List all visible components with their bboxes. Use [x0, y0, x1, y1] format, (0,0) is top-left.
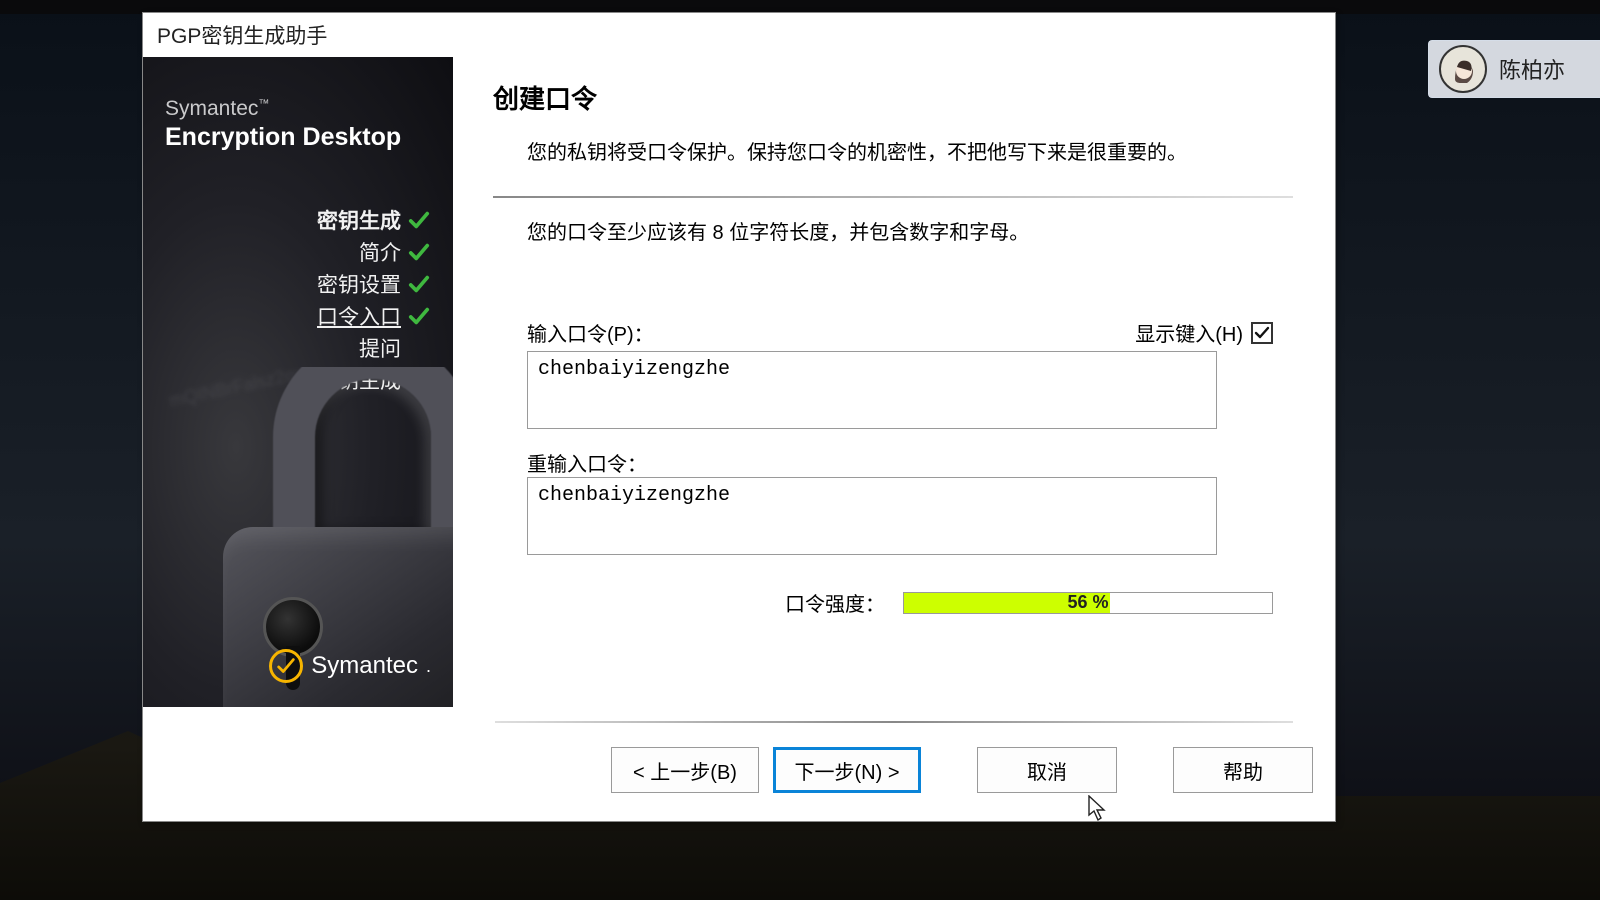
brand-tm: ™: [258, 98, 269, 110]
symantec-mark-icon: [269, 649, 303, 683]
step-label: 密钥生成: [317, 365, 401, 395]
step-key-generation-final: 密钥生成: [165, 364, 431, 396]
step-label: 提问: [359, 333, 401, 363]
show-typing-checkbox[interactable]: [1251, 322, 1273, 344]
check-icon: [407, 240, 431, 264]
symantec-text: Symantec: [311, 652, 418, 680]
passphrase-field-group: 输入口令(P)： 显示键入(H) 重输入口令：: [527, 318, 1273, 574]
step-spacer: [407, 336, 431, 360]
symantec-dot: .: [426, 656, 431, 677]
step-label: 密钥生成: [317, 205, 401, 235]
user-overlay-badge: 陈柏亦: [1428, 40, 1600, 98]
step-label: 密钥设置: [317, 269, 401, 299]
check-icon: [407, 304, 431, 328]
wizard-sidebar: Symantec™ Encryption Desktop 密钥生成 简介 密钥设…: [143, 57, 453, 707]
step-label: 口令入口: [317, 301, 401, 331]
step-key-generation: 密钥生成: [165, 204, 431, 236]
passphrase-label: 输入口令(P)：: [527, 318, 654, 347]
confirm-passphrase-input[interactable]: [527, 477, 1217, 555]
symantec-logo: Symantec.: [269, 649, 431, 683]
brand-line-2: Encryption Desktop: [165, 123, 431, 152]
window-title: PGP密钥生成助手: [157, 20, 327, 50]
avatar-icon: [1439, 45, 1487, 93]
step-label: 简介: [359, 237, 401, 267]
page-heading: 创建口令: [493, 79, 1293, 116]
step-passphrase-entry: 口令入口: [165, 300, 431, 332]
step-question: 提问: [165, 332, 431, 364]
wizard-steps-list: 密钥生成 简介 密钥设置 口令入口 提问: [165, 204, 431, 396]
step-key-settings: 密钥设置: [165, 268, 431, 300]
description-secondary: 您的口令至少应该有 8 位字符长度，并包含数字和字母。: [527, 218, 1293, 248]
pgp-key-wizard-window: PGP密钥生成助手 Symantec™ Encryption Desktop 密…: [142, 12, 1336, 822]
help-button[interactable]: 帮助: [1173, 747, 1313, 793]
step-intro: 简介: [165, 236, 431, 268]
check-icon: [407, 272, 431, 296]
next-button[interactable]: 下一步(N) >: [773, 747, 921, 793]
show-typing-label: 显示键入(H): [1135, 318, 1243, 347]
strength-percent-text: 56 %: [904, 593, 1272, 613]
passphrase-header-row: 输入口令(P)： 显示键入(H): [527, 318, 1273, 347]
wizard-content: 创建口令 您的私钥将受口令保护。保持您口令的机密性，不把他写下来是很重要的。 您…: [453, 57, 1335, 707]
brand-name: Symantec: [165, 97, 258, 120]
strength-meter: 56 %: [903, 592, 1273, 614]
description-primary: 您的私钥将受口令保护。保持您口令的机密性，不把他写下来是很重要的。: [527, 138, 1293, 168]
cancel-button[interactable]: 取消: [977, 747, 1117, 793]
window-titlebar[interactable]: PGP密钥生成助手: [143, 13, 1335, 57]
back-button[interactable]: < 上一步(B): [611, 747, 759, 793]
wizard-body: Symantec™ Encryption Desktop 密钥生成 简介 密钥设…: [143, 57, 1335, 707]
strength-label: 口令强度：: [785, 588, 885, 617]
footer-divider: [495, 721, 1293, 723]
divider: [493, 196, 1293, 198]
user-display-name: 陈柏亦: [1499, 53, 1565, 85]
passphrase-input[interactable]: [527, 351, 1217, 429]
check-icon: [407, 208, 431, 232]
show-typing-toggle[interactable]: 显示键入(H): [1135, 318, 1273, 347]
step-spacer: [407, 368, 431, 392]
wizard-button-row: < 上一步(B) 下一步(N) > 取消 帮助: [165, 747, 1313, 793]
wizard-footer: < 上一步(B) 下一步(N) > 取消 帮助: [143, 721, 1335, 821]
confirm-passphrase-label: 重输入口令：: [527, 448, 1273, 477]
brand-line-1: Symantec™: [165, 97, 431, 121]
strength-row: 口令强度： 56 %: [527, 588, 1273, 617]
